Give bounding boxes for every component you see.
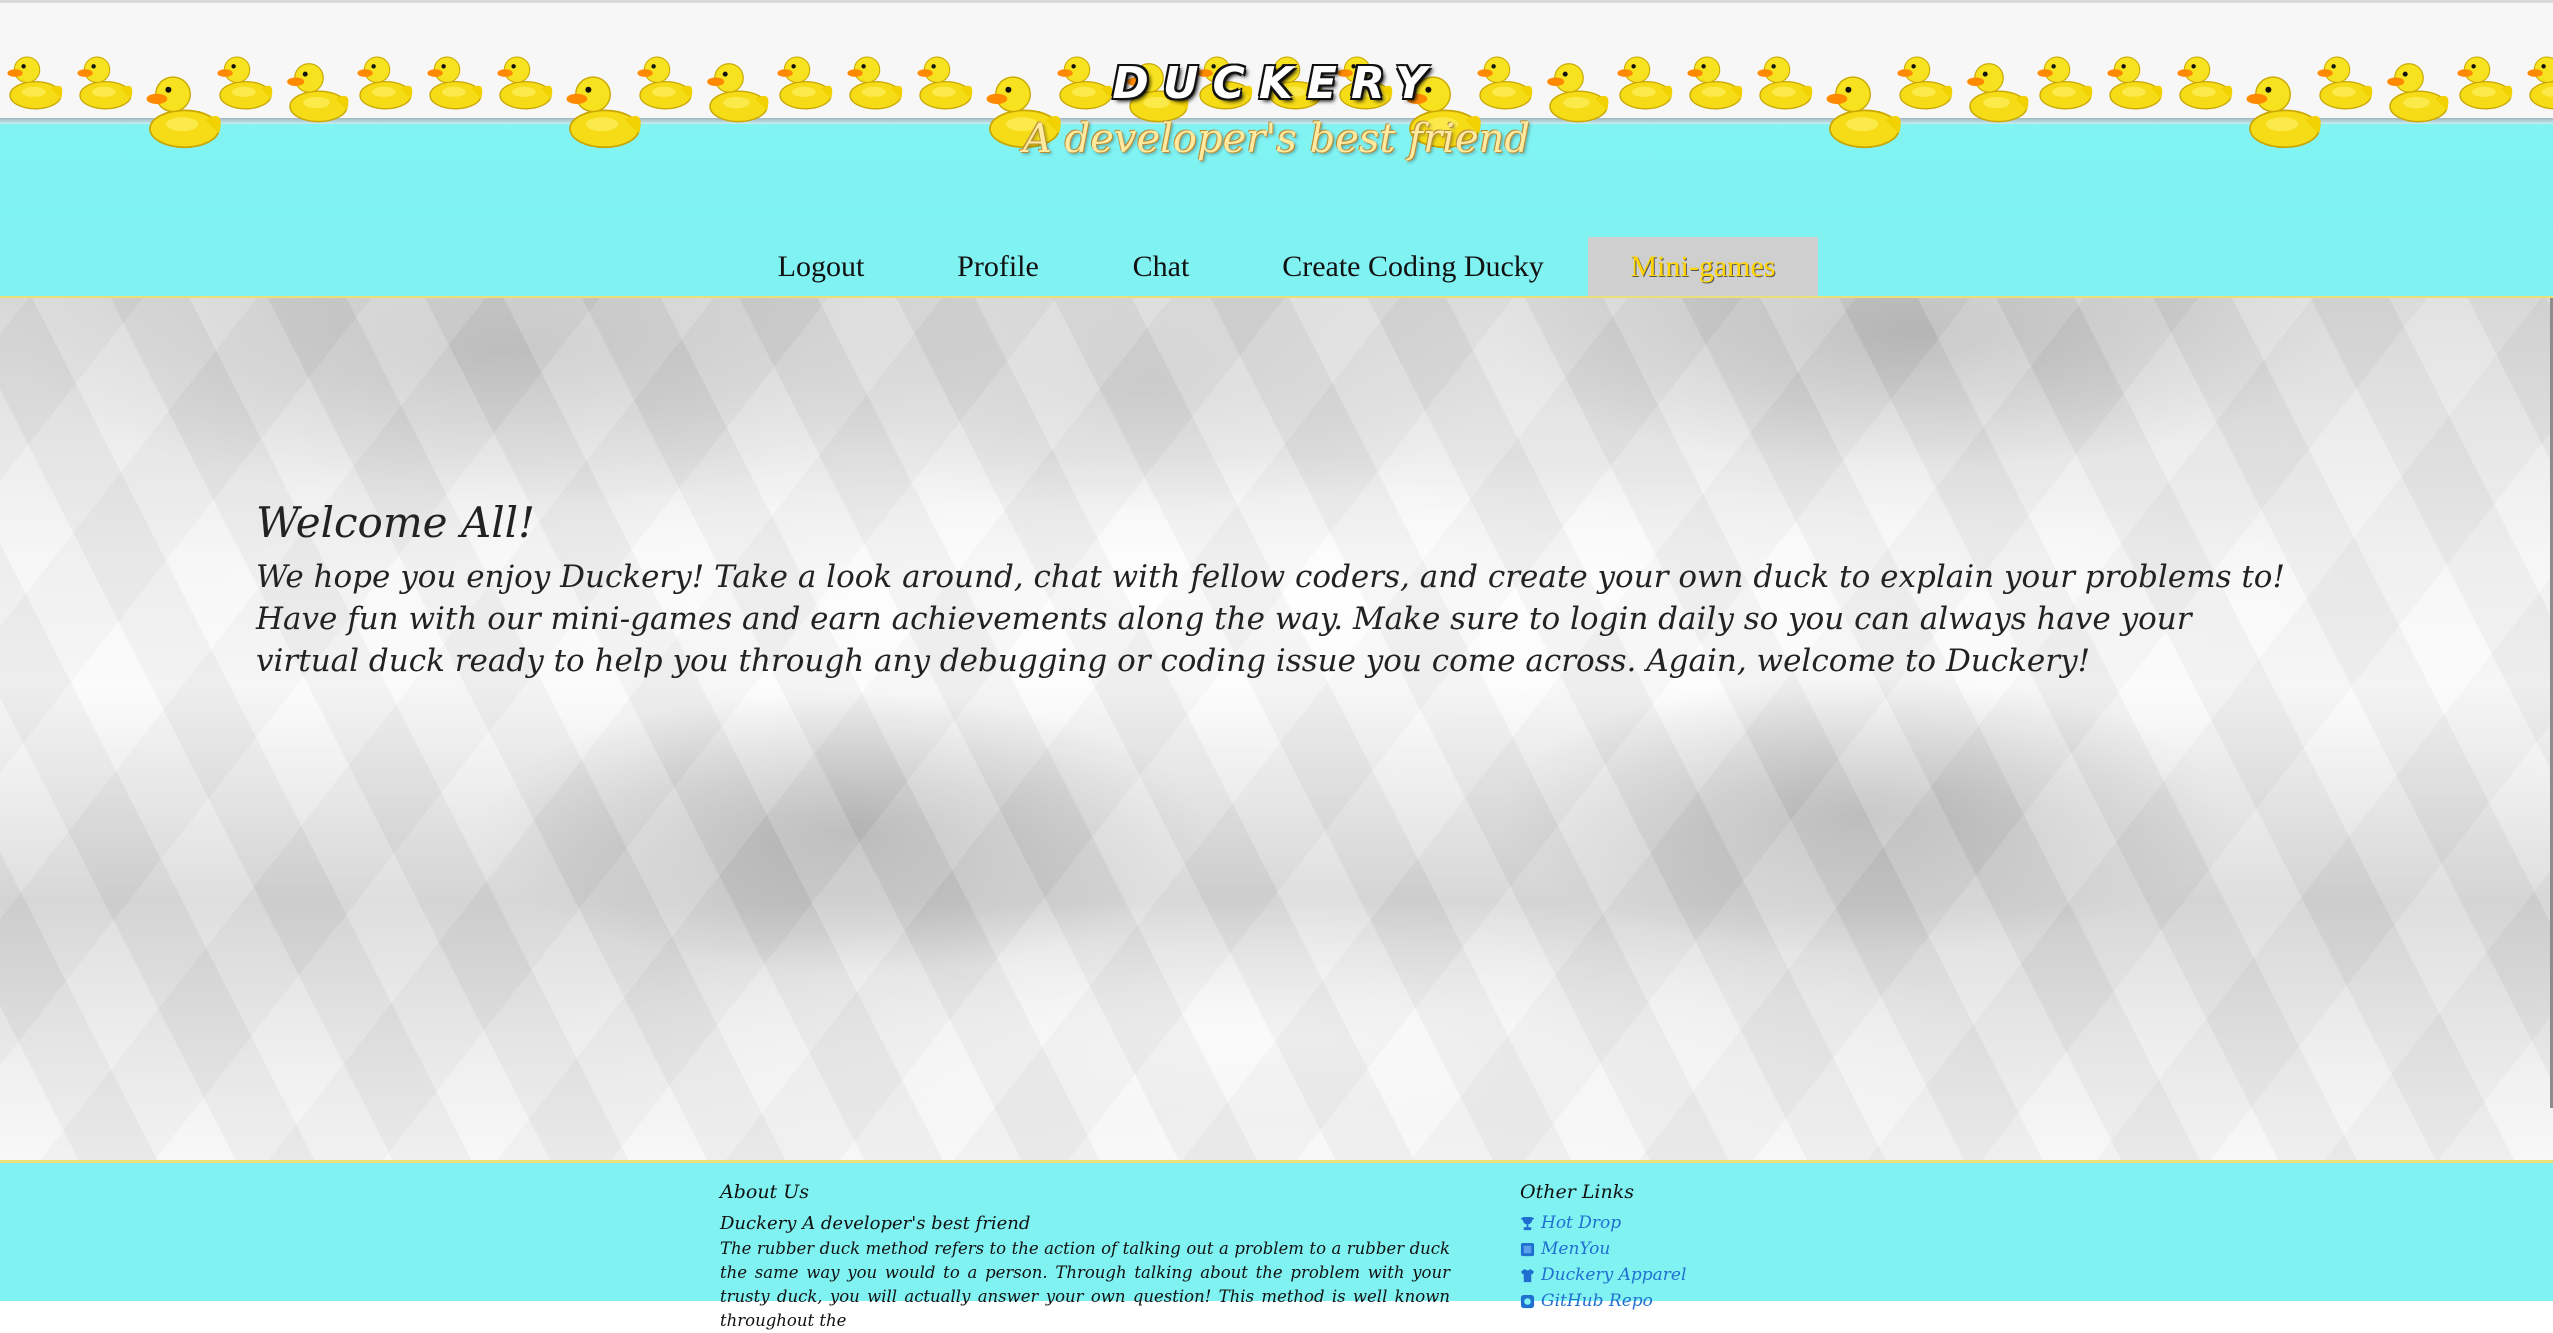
square-icon [1520, 1242, 1535, 1256]
about-tagline: Duckery A developer's best friend [720, 1213, 1450, 1234]
polygon-background [0, 298, 2553, 1160]
other-links-section: Other Links Hot Drop MenYou Duckery Appa… [1520, 1181, 1686, 1311]
other-links-heading: Other Links [1520, 1181, 1635, 1203]
link-menyou[interactable]: MenYou [1520, 1239, 1686, 1259]
about-us-heading: About Us [720, 1181, 809, 1203]
nav-mini-games[interactable]: Mini-games [1588, 237, 1818, 296]
nav-logout[interactable]: Logout [768, 237, 874, 296]
nav-create-coding-ducky[interactable]: Create Coding Ducky [1280, 237, 1546, 296]
about-us-section: About Us Duckery A developer's best frie… [720, 1181, 1450, 1333]
nav-chat[interactable]: Chat [1122, 237, 1200, 296]
site-subtitle: A developer's best friend [1022, 116, 1530, 162]
site-footer: About Us Duckery A developer's best frie… [0, 1160, 2553, 1330]
main-nav: Logout Profile Chat Create Coding Ducky … [0, 237, 2553, 299]
repo-icon [1520, 1294, 1535, 1308]
about-brand: Duckery [720, 1213, 797, 1234]
link-label: Hot Drop [1541, 1213, 1622, 1233]
shirt-icon [1520, 1268, 1535, 1282]
link-github-repo[interactable]: GitHub Repo [1520, 1291, 1686, 1311]
nav-profile[interactable]: Profile [950, 237, 1046, 296]
link-label: MenYou [1541, 1239, 1611, 1259]
main-content: Welcome All! We hope you enjoy Duckery! … [0, 298, 2553, 1160]
site-header: DUCKERY A developer's best friend [0, 0, 2553, 237]
welcome-text: We hope you enjoy Duckery! Take a look a… [256, 559, 2285, 679]
link-label: Duckery Apparel [1541, 1265, 1687, 1285]
link-label: GitHub Repo [1541, 1291, 1653, 1311]
link-hot-drop[interactable]: Hot Drop [1520, 1213, 1686, 1233]
about-tagline-text: A developer's best friend [802, 1213, 1031, 1234]
link-duckery-apparel[interactable]: Duckery Apparel [1520, 1265, 1686, 1285]
site-title: DUCKERY [1112, 58, 1441, 109]
welcome-heading: Welcome All! [256, 498, 535, 547]
trophy-icon [1520, 1216, 1535, 1230]
about-text: The rubber duck method refers to the act… [720, 1239, 1450, 1330]
